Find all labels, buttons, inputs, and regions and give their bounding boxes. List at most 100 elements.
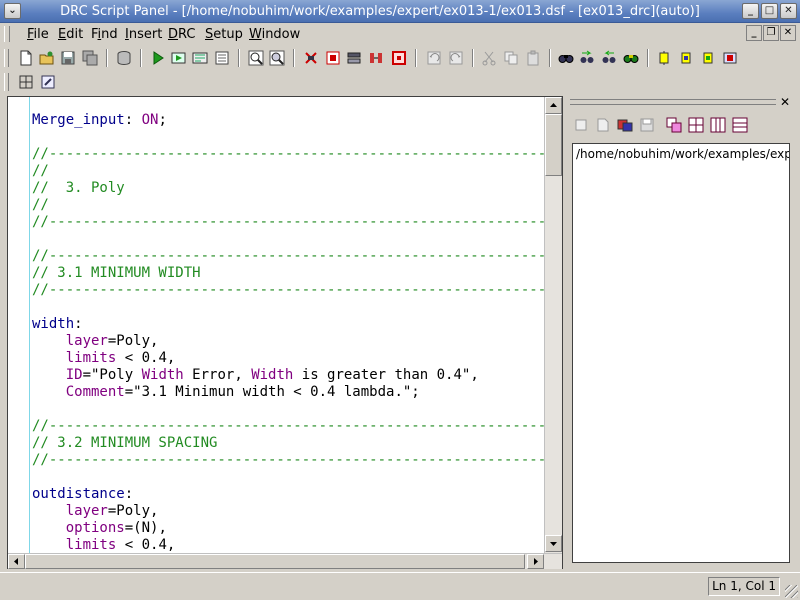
scroll-up-button[interactable]	[545, 97, 562, 114]
horizontal-scrollbar[interactable]	[8, 553, 562, 569]
doc-restore-button[interactable]: ❐	[763, 25, 779, 41]
zoom-out-icon[interactable]	[269, 50, 285, 66]
code-token: =Poly,	[107, 333, 159, 349]
database-icon[interactable]	[116, 50, 132, 66]
save-icon[interactable]	[60, 50, 76, 66]
vertical-scrollbar[interactable]	[544, 97, 562, 553]
menu-file[interactable]: File	[27, 26, 49, 43]
enclosure-icon[interactable]	[391, 50, 407, 66]
menu-find[interactable]: Find	[91, 26, 118, 43]
ruler-icon[interactable]	[18, 74, 34, 90]
run-layout-icon[interactable]	[171, 50, 187, 66]
menu-setup[interactable]: Setup	[205, 26, 243, 43]
scroll-left-button[interactable]	[8, 554, 25, 569]
copy-icon[interactable]	[503, 50, 519, 66]
maximize-button[interactable]: □	[761, 3, 778, 19]
doc-minimize-button[interactable]: _	[746, 25, 762, 41]
code-token: //--------------------------------------…	[32, 248, 544, 264]
paste-icon[interactable]	[525, 50, 541, 66]
delete-rule-icon[interactable]	[303, 50, 319, 66]
tile-horizontal-icon[interactable]	[732, 117, 748, 133]
error-marker-icon[interactable]	[325, 50, 341, 66]
new-item-icon[interactable]	[573, 117, 589, 133]
margin-line	[29, 97, 30, 553]
panel-toolbar	[568, 113, 794, 137]
code-token: // 3.2 MINIMUM SPACING	[32, 435, 218, 451]
horizontal-scroll-thumb[interactable]	[25, 554, 525, 569]
find-previous-icon[interactable]	[601, 50, 617, 66]
cell-check-icon[interactable]	[700, 50, 716, 66]
scroll-down-button[interactable]	[545, 535, 562, 552]
window-menu-button[interactable]: ⌄	[4, 3, 21, 19]
doc-close-button[interactable]: ✕	[780, 25, 796, 41]
code-line: //--------------------------------------…	[32, 418, 544, 435]
find-all-icon[interactable]	[623, 50, 639, 66]
menu-insert[interactable]: Insert	[125, 26, 162, 43]
menu-edit[interactable]: Edit	[58, 26, 83, 43]
save-panel-icon[interactable]	[639, 117, 655, 133]
close-button[interactable]: ✕	[780, 3, 797, 19]
tile-icon[interactable]	[688, 117, 704, 133]
undo-icon[interactable]	[426, 50, 442, 66]
toolbar-grip[interactable]	[4, 73, 9, 91]
code-line: //--------------------------------------…	[32, 146, 544, 163]
cascade-icon[interactable]	[666, 117, 682, 133]
find-icon[interactable]	[558, 50, 574, 66]
menu-window[interactable]: Window	[249, 26, 300, 43]
save-all-icon[interactable]	[82, 50, 98, 66]
code-token: //--------------------------------------…	[32, 418, 544, 434]
code-token: options	[65, 520, 125, 536]
cell-icon[interactable]	[656, 50, 672, 66]
find-next-icon[interactable]	[579, 50, 595, 66]
new-file-icon[interactable]	[18, 50, 34, 66]
menubar-grip[interactable]	[4, 26, 10, 42]
code-line: // 3.2 MINIMUM SPACING	[32, 435, 217, 452]
panel-close-icon[interactable]: ✕	[778, 96, 792, 109]
add-file-icon[interactable]	[617, 117, 633, 133]
vertical-scroll-thumb[interactable]	[545, 114, 562, 176]
cell-step-icon[interactable]	[678, 50, 694, 66]
tile-vertical-icon[interactable]	[710, 117, 726, 133]
code-token: limits	[65, 350, 117, 366]
run-icon[interactable]	[150, 50, 166, 66]
script-editor[interactable]: Merge_input: ON; //----------------------…	[7, 96, 563, 569]
edit-rule-icon[interactable]	[40, 74, 56, 90]
scroll-right-button[interactable]	[527, 554, 544, 569]
panel-drag-grip[interactable]	[570, 99, 776, 105]
code-token: Error,	[183, 367, 252, 383]
code-area[interactable]: Merge_input: ON; //----------------------…	[32, 97, 544, 553]
menu-drc[interactable]: DRC	[168, 26, 195, 43]
layer-icon[interactable]	[346, 50, 362, 66]
file-list[interactable]: /home/nobuhim/work/examples/expert/ex013…	[572, 143, 790, 563]
minimize-button[interactable]: _	[742, 3, 759, 19]
open-file-icon[interactable]	[39, 50, 55, 66]
code-token: =Poly,	[107, 503, 159, 519]
spacing-icon[interactable]	[368, 50, 384, 66]
redo-icon[interactable]	[448, 50, 464, 66]
code-token: width	[32, 316, 75, 332]
code-line: options=(N),	[32, 520, 167, 537]
cut-icon[interactable]	[481, 50, 497, 66]
new-document-icon[interactable]	[595, 117, 611, 133]
run-batch-icon[interactable]	[192, 50, 208, 66]
code-token: ;	[158, 112, 167, 128]
file-list-item[interactable]: /home/nobuhim/work/examples/expert/ex013…	[576, 147, 789, 162]
code-token: is greater than 0.4",	[293, 367, 479, 383]
report-icon[interactable]	[214, 50, 230, 66]
code-token: Comment	[65, 384, 125, 400]
code-token: < 0.4,	[116, 537, 176, 553]
code-token: limits	[65, 537, 117, 553]
code-token: //	[32, 163, 49, 179]
code-line: Merge_input: ON;	[32, 112, 167, 129]
resize-grip[interactable]	[785, 585, 798, 598]
main-toolbar	[0, 46, 800, 70]
zoom-in-icon[interactable]	[248, 50, 264, 66]
cell-error-icon[interactable]	[722, 50, 738, 66]
code-token: < 0.4,	[116, 350, 176, 366]
code-token: ON	[141, 112, 159, 128]
toolbar-grip[interactable]	[4, 49, 9, 67]
secondary-toolbar	[0, 70, 800, 94]
